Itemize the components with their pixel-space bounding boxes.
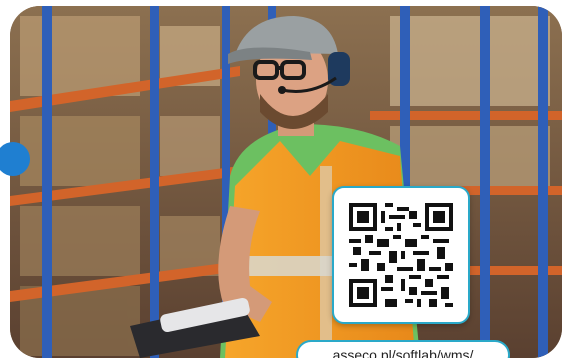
url-text[interactable]: asseco.pl/softlab/wms/ [333, 347, 474, 358]
qr-code-icon [349, 203, 453, 307]
warehouse-photo [10, 6, 562, 358]
url-pill[interactable]: asseco.pl/softlab/wms/ [296, 340, 510, 358]
qr-code-card[interactable] [332, 186, 470, 324]
promo-banner: asseco.pl/softlab/wms/ [0, 0, 562, 358]
